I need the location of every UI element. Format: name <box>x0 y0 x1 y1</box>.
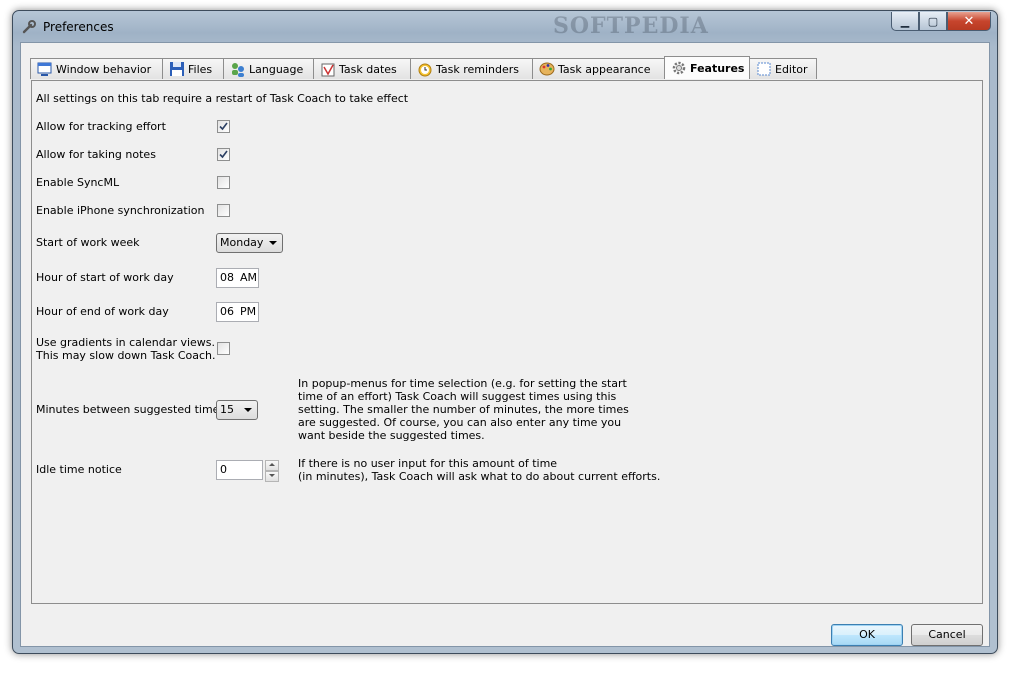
language-people-icon <box>232 63 244 77</box>
idle-notice-spinner[interactable] <box>265 460 279 482</box>
idle-notice-help: If there is no user input for this amoun… <box>298 457 660 483</box>
tab-label: Editor <box>775 62 808 76</box>
suggested-minutes-select[interactable]: 15 <box>216 400 258 420</box>
features-page: All settings on this tab require a resta… <box>31 80 983 604</box>
suggested-minutes-value: 15 <box>220 403 234 416</box>
restart-notice: All settings on this tab require a resta… <box>36 92 409 105</box>
dialog-client-area: Window behavior Files Language Task date… <box>20 42 990 647</box>
tab-language[interactable]: Language <box>223 58 314 79</box>
tab-label: Window behavior <box>56 62 152 76</box>
wrench-icon <box>22 20 36 34</box>
preferences-window: Preferences SOFTPEDIA ▁ ▢ ✕ Window behav… <box>12 10 998 654</box>
suggested-minutes-label: Minutes between suggested times <box>36 403 226 416</box>
cancel-button[interactable]: Cancel <box>911 624 983 646</box>
tab-window-behavior[interactable]: Window behavior <box>30 58 163 79</box>
gradients-label-line2: This may slow down Task Coach. <box>36 349 216 362</box>
watermark-logo: SOFTPEDIA <box>553 13 709 39</box>
spin-down-arrow-icon[interactable] <box>265 471 279 482</box>
hour-end-hour: 06 <box>220 305 234 318</box>
tab-label: Language <box>249 62 304 76</box>
ok-button[interactable]: OK <box>831 624 903 646</box>
tab-label: Task appearance <box>558 62 651 76</box>
start-work-week-select[interactable]: Monday <box>216 233 283 253</box>
hour-start-input[interactable]: 08 AM <box>216 268 259 288</box>
gear-icon <box>672 61 686 75</box>
checkmark-icon <box>219 150 228 159</box>
hour-end-label: Hour of end of work day <box>36 305 169 318</box>
editor-icon <box>757 62 771 76</box>
tab-task-reminders[interactable]: Task reminders <box>410 58 533 79</box>
tab-task-appearance[interactable]: Task appearance <box>532 58 665 79</box>
iphone-sync-label: Enable iPhone synchronization <box>36 204 205 217</box>
tab-label: Files <box>188 62 213 76</box>
tab-task-dates[interactable]: Task dates <box>313 58 411 79</box>
tab-label: Features <box>690 61 745 75</box>
help-line: (in minutes), Task Coach will ask what t… <box>298 470 661 483</box>
start-work-week-label: Start of work week <box>36 236 140 249</box>
help-line: If there is no user input for this amoun… <box>298 457 558 470</box>
maximize-button[interactable]: ▢ <box>919 12 947 31</box>
idle-notice-label: Idle time notice <box>36 463 122 476</box>
checkmark-icon <box>219 122 228 131</box>
tab-features[interactable]: Features <box>664 56 750 79</box>
taking-notes-label: Allow for taking notes <box>36 148 156 161</box>
iphone-sync-checkbox[interactable] <box>217 204 230 217</box>
tracking-effort-checkbox[interactable] <box>217 120 230 133</box>
suggested-minutes-help: In popup-menus for time selection (e.g. … <box>298 377 629 442</box>
syncml-checkbox[interactable] <box>217 176 230 189</box>
spin-up-arrow-icon[interactable] <box>265 460 279 471</box>
help-line: time of an effort) Task Coach will sugge… <box>298 390 617 403</box>
taking-notes-checkbox[interactable] <box>217 148 230 161</box>
idle-notice-value: 0 <box>220 463 227 476</box>
help-line: In popup-menus for time selection (e.g. … <box>298 377 627 390</box>
floppy-disk-icon <box>170 62 184 76</box>
help-line: want beside the suggested times. <box>298 429 485 442</box>
hour-start-ampm: AM <box>240 271 258 284</box>
tab-files[interactable]: Files <box>162 58 224 79</box>
hour-end-input[interactable]: 06 PM <box>216 302 259 322</box>
hour-end-ampm: PM <box>240 305 257 318</box>
tab-label: Task reminders <box>436 62 520 76</box>
caption-buttons: ▁ ▢ ✕ <box>891 12 991 31</box>
window-icon <box>37 62 52 76</box>
help-line: are suggested. Of course, you can also e… <box>298 416 622 429</box>
alarm-clock-icon <box>418 63 432 77</box>
hour-start-label: Hour of start of work day <box>36 271 174 284</box>
help-line: setting. The smaller the number of minut… <box>298 403 629 416</box>
syncml-label: Enable SyncML <box>36 176 120 189</box>
close-button[interactable]: ✕ <box>947 12 991 31</box>
window-title: Preferences <box>43 20 114 34</box>
gradients-label-line1: Use gradients in calendar views. <box>36 336 216 349</box>
minimize-button[interactable]: ▁ <box>891 12 919 31</box>
tab-label: Task dates <box>339 62 397 76</box>
chevron-down-icon <box>244 408 252 412</box>
idle-notice-input[interactable]: 0 <box>216 460 263 480</box>
tab-strip: Window behavior Files Language Task date… <box>30 56 817 81</box>
calendar-icon <box>321 63 335 77</box>
palette-icon <box>539 62 555 76</box>
start-work-week-value: Monday <box>220 236 264 249</box>
chevron-down-icon <box>269 241 277 245</box>
tab-editor[interactable]: Editor <box>749 58 817 79</box>
tracking-effort-label: Allow for tracking effort <box>36 120 166 133</box>
hour-start-hour: 08 <box>220 271 234 284</box>
gradients-checkbox[interactable] <box>217 342 230 355</box>
